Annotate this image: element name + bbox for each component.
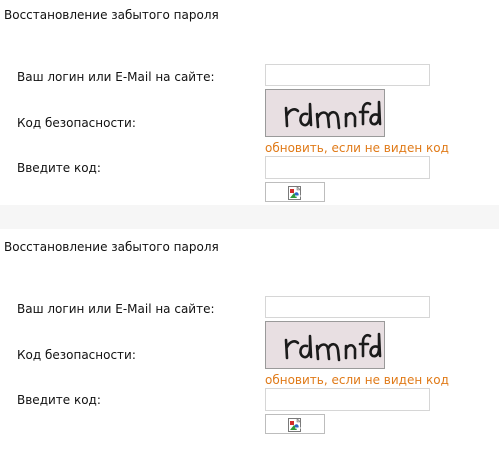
code-label: Введите код:: [17, 393, 101, 407]
login-input[interactable]: [265, 64, 430, 86]
login-label: Ваш логин или E-Mail на сайте:: [17, 302, 215, 316]
broken-image-icon: [266, 417, 324, 433]
submit-button[interactable]: [265, 182, 325, 202]
password-recovery-form: Восстановление забытого пароля Ваш логин…: [0, 232, 499, 464]
form-title: Восстановление забытого пароля: [4, 8, 219, 22]
login-input[interactable]: [265, 296, 430, 318]
captcha-label: Код безопасности:: [17, 348, 136, 362]
form-title: Восстановление забытого пароля: [4, 240, 219, 254]
captcha-code-input[interactable]: [265, 156, 430, 179]
captcha-image: [265, 321, 385, 369]
code-label: Введите код:: [17, 161, 101, 175]
refresh-captcha-link[interactable]: обновить, если не виден код: [265, 373, 449, 387]
login-label: Ваш логин или E-Mail на сайте:: [17, 70, 215, 84]
captcha-label: Код безопасности:: [17, 116, 136, 130]
captcha-image: [265, 89, 385, 137]
section-separator: [0, 205, 499, 229]
broken-image-icon: [266, 185, 324, 201]
refresh-captcha-link[interactable]: обновить, если не виден код: [265, 141, 449, 155]
submit-button[interactable]: [265, 414, 325, 434]
captcha-code-input[interactable]: [265, 388, 430, 411]
password-recovery-form: Восстановление забытого пароля Ваш логин…: [0, 0, 499, 232]
